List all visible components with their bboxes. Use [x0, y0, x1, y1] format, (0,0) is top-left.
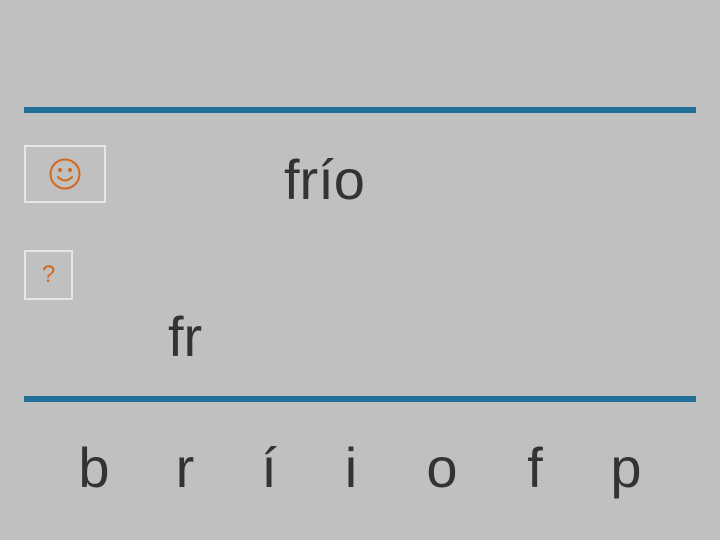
letter-tile-p[interactable]: p [601, 440, 651, 496]
letter-tile-i[interactable]: i [326, 440, 376, 496]
top-divider [24, 107, 696, 113]
smiley-icon [49, 158, 81, 190]
letter-tile-b[interactable]: b [69, 440, 119, 496]
answer-in-progress: fr [168, 305, 203, 368]
bottom-divider [24, 396, 696, 402]
question-mark-icon: ? [41, 261, 56, 288]
letter-tile-r[interactable]: r [160, 440, 210, 496]
target-word: frío [284, 148, 365, 211]
letter-tile-o[interactable]: o [417, 440, 467, 496]
letter-tile-f[interactable]: f [510, 440, 560, 496]
help-button[interactable]: ? [24, 250, 73, 300]
letter-tile-i-accent[interactable]: í [244, 440, 294, 496]
feedback-box [24, 145, 106, 203]
